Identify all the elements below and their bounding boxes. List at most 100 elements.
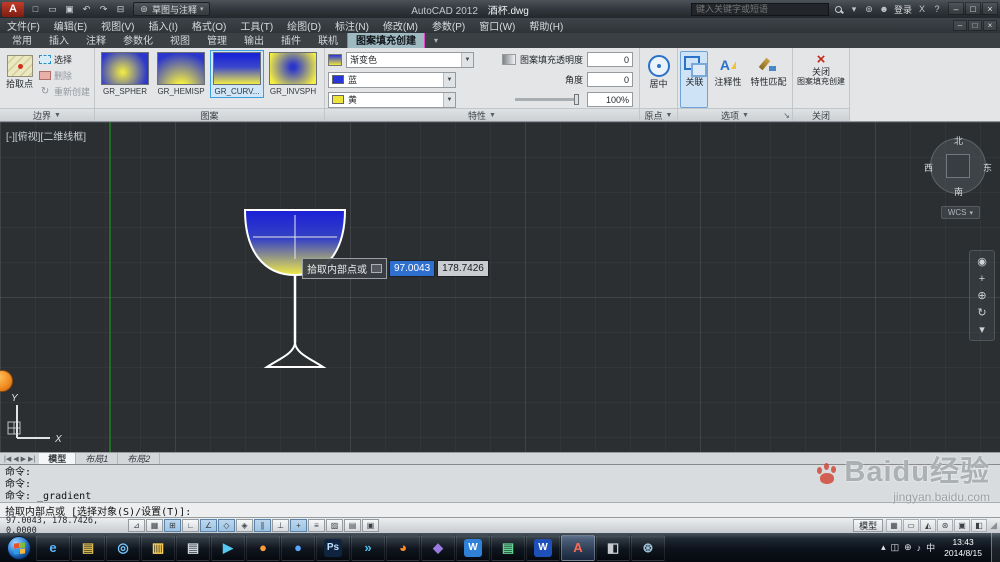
image-viewer-icon[interactable]: ◧ <box>596 534 630 561</box>
gradient-tint-slider[interactable] <box>515 94 579 105</box>
autocad-logo-button[interactable]: A <box>2 1 24 17</box>
viewcube-west[interactable]: 西 <box>924 161 933 174</box>
pattern-gr-curved[interactable]: GR_CURV... <box>210 50 264 98</box>
gradient-color1-select[interactable]: 蓝 ▼ <box>328 71 456 88</box>
menu-item[interactable]: 修改(M) <box>376 18 425 33</box>
help-icon[interactable]: ? <box>932 4 942 14</box>
doc-restore-button[interactable]: □ <box>968 20 982 31</box>
firefox-icon[interactable]: ◕ <box>386 534 420 561</box>
annotative-button[interactable]: A 注释性 <box>711 51 744 108</box>
maximize-button[interactable]: □ <box>965 2 981 15</box>
folder-icon[interactable]: ▤ <box>71 534 105 561</box>
ribbon-tab[interactable]: 参数化 <box>115 31 161 48</box>
layout-tab-layout1[interactable]: 布局1 <box>76 453 119 464</box>
lineweight-toggle[interactable]: ≡ <box>308 519 325 532</box>
ie-icon[interactable]: e <box>36 534 70 561</box>
infer-constraints-toggle[interactable]: ⊿ <box>128 519 145 532</box>
annotation-scale-icon[interactable]: ◭ <box>920 519 937 532</box>
polar-toggle[interactable]: ∠ <box>200 519 217 532</box>
recreate-boundary-button[interactable]: ↻ 重新创建 <box>39 85 90 98</box>
snap-toggle[interactable]: ▦ <box>146 519 163 532</box>
pattern-gr-invsph[interactable]: GR_INVSPH <box>266 50 320 98</box>
next-tab-icon[interactable]: ▶ <box>21 455 26 463</box>
chevron-down-icon[interactable]: ▾ <box>849 4 859 15</box>
messenger-icon[interactable]: ● <box>281 534 315 561</box>
drawing-canvas[interactable]: Y X [-][俯视][二维线框] 北 南 西 东 WCS ▾ ◉ + ⊕ ↻ ▾ 拾取… <box>0 122 1000 452</box>
start-button[interactable] <box>7 535 31 560</box>
hatch-type-select[interactable]: 渐变色 ▼ <box>346 51 474 68</box>
workspace-switch-icon[interactable]: ⊛ <box>937 519 954 532</box>
menu-item[interactable]: 窗口(W) <box>472 18 522 33</box>
first-tab-icon[interactable]: |◀ <box>4 455 11 463</box>
search-icon[interactable] <box>834 5 844 13</box>
navigation-wheel-icon[interactable]: ◉ <box>971 253 993 270</box>
remove-boundary-button[interactable]: 删除 <box>39 69 90 82</box>
viewcube[interactable]: 北 南 西 东 <box>924 134 992 198</box>
menu-item[interactable]: 插入(I) <box>141 18 184 33</box>
panel-title-properties[interactable]: 特性 ▼ <box>325 108 639 121</box>
dynamic-input-toggle[interactable]: + <box>290 519 307 532</box>
menu-item[interactable]: 工具(T) <box>233 18 280 33</box>
quick-properties-toggle[interactable]: ▤ <box>344 519 361 532</box>
undo-icon[interactable]: ↶ <box>79 2 94 16</box>
menu-item[interactable]: 视图(V) <box>94 18 141 33</box>
tray-window-icon[interactable]: ◫ <box>891 542 900 553</box>
redo-icon[interactable]: ↷ <box>96 2 111 16</box>
notepad-icon[interactable]: ▤ <box>176 534 210 561</box>
viewcube-south[interactable]: 南 <box>954 185 963 198</box>
wps-icon[interactable]: W <box>456 534 490 561</box>
zoom-icon[interactable]: ⊕ <box>971 287 993 304</box>
last-tab-icon[interactable]: ▶| <box>28 455 35 463</box>
select-boundary-button[interactable]: 选择 <box>39 53 90 66</box>
menu-item[interactable]: 编辑(E) <box>47 18 94 33</box>
gradient-color2-select[interactable]: 黄 ▼ <box>328 91 456 108</box>
subscription-center-icon[interactable]: ⊚ <box>864 4 874 15</box>
viewcube-north[interactable]: 北 <box>954 134 963 147</box>
panel-title-pattern[interactable]: 图案 <box>95 108 324 121</box>
menu-item[interactable]: 帮助(H) <box>522 18 570 33</box>
transparency-input[interactable]: 0 <box>587 52 633 67</box>
autocad-taskbar-icon[interactable]: A <box>561 534 595 561</box>
slider-thumb[interactable] <box>574 94 579 105</box>
open-file-icon[interactable]: ▭ <box>45 2 60 16</box>
pick-points-button[interactable]: 拾取点 <box>3 51 36 108</box>
viewport-controls[interactable]: [-][俯视][二维线框] <box>6 128 86 143</box>
doc-close-button[interactable]: × <box>983 20 997 31</box>
thunder-icon[interactable]: » <box>351 534 385 561</box>
associative-button[interactable]: 关联 <box>680 51 709 108</box>
qq-icon[interactable]: ● <box>246 534 280 561</box>
word-icon[interactable]: W <box>526 534 560 561</box>
viewcube-top-face[interactable] <box>946 154 970 178</box>
layout-tab-model[interactable]: 模型 <box>39 453 77 464</box>
command-input[interactable]: 拾取内部点或 [选择对象(S)/设置(T)]: <box>0 502 1000 518</box>
match-properties-button[interactable]: 特性匹配 <box>748 51 790 108</box>
command-window[interactable]: 命令: 命令: 命令: _gradient 拾取内部点或 [选择对象(S)/设置(T… <box>0 464 1000 518</box>
tray-expand-icon[interactable]: ▴ <box>881 542 886 553</box>
ribbon-tab[interactable]: 常用 <box>4 31 40 48</box>
ribbon-tab[interactable]: 视图 <box>162 31 198 48</box>
menu-item[interactable]: 参数(P) <box>425 18 472 33</box>
toolbar-lock-icon[interactable]: ▣ <box>954 519 971 532</box>
clock[interactable]: 13:43 2014/8/15 <box>940 537 986 557</box>
excel-icon[interactable]: ▤ <box>491 534 525 561</box>
ribbon-tab[interactable]: 联机 <box>310 31 346 48</box>
input-method-icon[interactable]: 中 <box>926 541 935 554</box>
tray-volume-icon[interactable]: ♪ <box>917 543 922 553</box>
media-player-icon[interactable]: ▶ <box>211 534 245 561</box>
pan-icon[interactable]: + <box>971 270 993 287</box>
prev-tab-icon[interactable]: ◀ <box>13 455 18 463</box>
menu-item[interactable]: 文件(F) <box>0 18 47 33</box>
pattern-gr-hemisp[interactable]: GR_HEMISP <box>154 50 208 98</box>
ribbon-minimize-icon[interactable]: ▾ <box>434 36 438 45</box>
grid-toggle[interactable]: ⊞ <box>164 519 181 532</box>
search-input[interactable] <box>690 2 829 16</box>
centered-origin-button[interactable]: 居中 <box>645 51 673 108</box>
angle-input[interactable]: 0 <box>587 72 633 87</box>
panel-title-boundary[interactable]: 边界 ▼ <box>0 108 94 121</box>
panel-title-origin[interactable]: 原点 ▼ <box>640 108 677 121</box>
ribbon-tab[interactable]: 插件 <box>273 31 309 48</box>
quick-view-drawings-icon[interactable]: ▭ <box>903 519 920 532</box>
exchange-apps-icon[interactable]: X <box>917 4 927 14</box>
close-button[interactable]: × <box>982 2 998 15</box>
settings-icon[interactable]: ⊛ <box>631 534 665 561</box>
